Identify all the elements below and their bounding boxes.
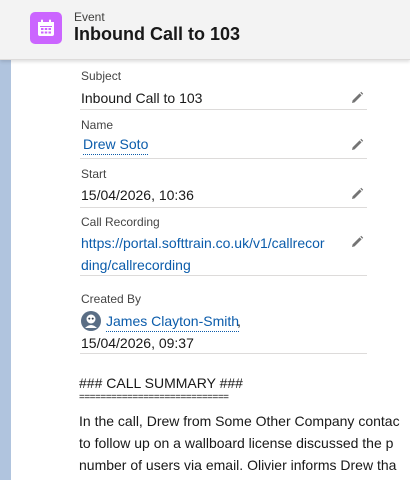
field-call-recording: Call Recording https://portal.softtrain.… — [80, 214, 367, 276]
left-rail — [0, 60, 11, 480]
summary-line: In the call, Drew from Some Other Compan… — [79, 413, 400, 429]
pencil-icon[interactable] — [349, 137, 365, 153]
field-label: Created By — [81, 292, 142, 306]
summary-rule: ============================ — [79, 394, 229, 403]
field-value: Inbound Call to 103 — [81, 90, 203, 106]
field-name: Name Drew Soto — [80, 117, 367, 159]
contact-link[interactable]: Drew Soto — [83, 135, 149, 155]
record-detail-panel: Subject Inbound Call to 103 Name Drew So… — [11, 60, 410, 480]
field-subject: Subject Inbound Call to 103 — [80, 68, 367, 110]
call-recording-link-continued[interactable]: ding/callrecording — [81, 254, 191, 276]
record-type-label: Event — [74, 10, 105, 24]
call-recording-link[interactable]: https://portal.softtrain.co.uk/v1/callre… — [81, 232, 341, 254]
field-created-by: Created By James Clayton-Smith , 15/04/2… — [80, 291, 367, 354]
calendar-icon — [30, 12, 62, 44]
field-value: 15/04/2026, 10:36 — [81, 187, 194, 203]
field-label: Subject — [81, 69, 122, 83]
created-by-date: 15/04/2026, 09:37 — [81, 335, 194, 351]
created-by-user-link[interactable]: James Clayton-Smith — [106, 311, 240, 332]
summary-line: number of users via email. Olivier infor… — [79, 457, 397, 473]
field-label: Call Recording — [81, 215, 160, 229]
field-start: Start 15/04/2026, 10:36 — [80, 166, 367, 208]
created-by-row: James Clayton-Smith , — [80, 311, 367, 332]
pencil-icon[interactable] — [349, 186, 365, 202]
pencil-icon[interactable] — [349, 90, 365, 106]
user-avatar-icon — [81, 311, 101, 331]
created-by-separator: , — [237, 313, 241, 329]
record-header: Event Inbound Call to 103 — [0, 0, 410, 60]
record-title: Inbound Call to 103 — [74, 24, 241, 44]
pencil-icon[interactable] — [349, 234, 365, 250]
summary-heading: ### CALL SUMMARY ### — [79, 375, 243, 391]
call-summary: ### CALL SUMMARY ### ===================… — [79, 372, 410, 476]
field-label: Start — [81, 167, 107, 181]
field-label: Name — [81, 118, 114, 132]
summary-line: to follow up on a wallboard license disc… — [79, 435, 394, 451]
